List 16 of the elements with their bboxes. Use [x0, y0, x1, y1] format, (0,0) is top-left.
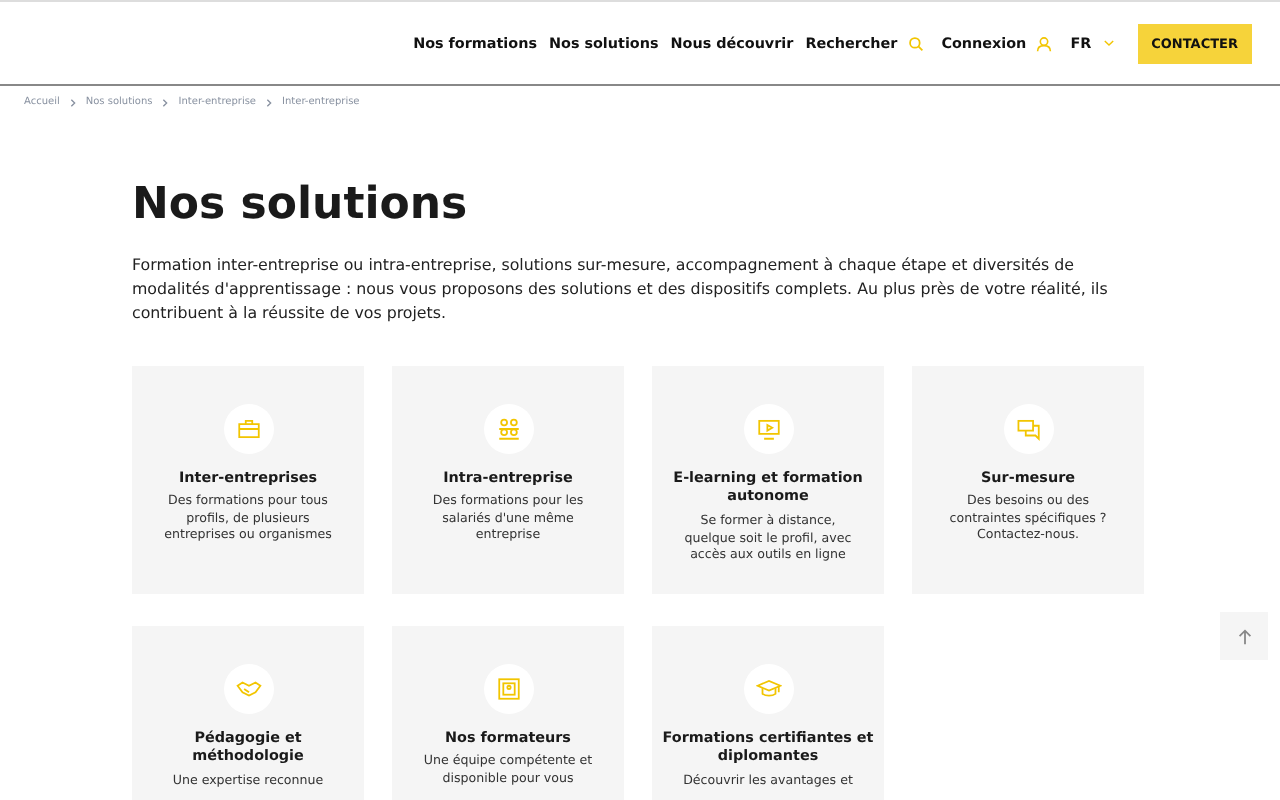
- page-title: Nos solutions: [132, 180, 470, 230]
- breadcrumb-separator-icon: [160, 97, 171, 107]
- screen-icon: [755, 415, 781, 442]
- user-icon[interactable]: [1036, 35, 1053, 51]
- search-icon[interactable]: [907, 35, 924, 51]
- chevron-down-icon[interactable]: [1101, 36, 1116, 50]
- briefcase-icon: [235, 415, 261, 442]
- breadcrumb-separator-icon: [264, 97, 275, 107]
- graduation-cap-icon: [755, 675, 781, 702]
- chat-icon: [1015, 415, 1041, 442]
- breadcrumb-separator-icon: [67, 97, 78, 107]
- board-icon: [495, 675, 521, 702]
- arrow-up-icon: [1235, 627, 1253, 645]
- people-icon: [495, 415, 521, 442]
- scroll-top-button[interactable]: [1220, 612, 1268, 660]
- handshake-icon: [235, 675, 261, 702]
